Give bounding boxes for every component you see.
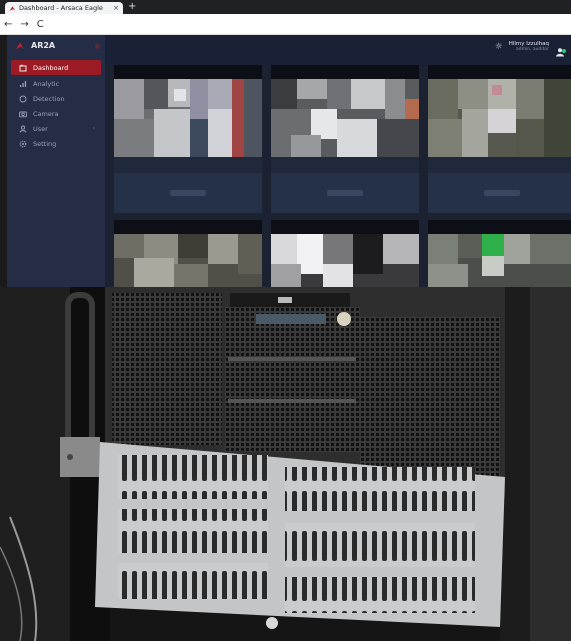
user-icon bbox=[19, 125, 27, 133]
camera-grid bbox=[105, 65, 571, 287]
camera-card[interactable] bbox=[114, 65, 262, 213]
circle-icon bbox=[19, 95, 27, 103]
camera-label-placeholder bbox=[170, 190, 206, 196]
bar-chart-icon bbox=[19, 80, 27, 88]
brand[interactable]: AR2A bbox=[15, 41, 100, 50]
favicon-icon bbox=[9, 5, 16, 11]
screen-frame: Dashboard - Arsaca Eagle × + ← → C AR2A … bbox=[0, 0, 571, 641]
server-rack-photo bbox=[0, 287, 571, 641]
camera-icon bbox=[19, 110, 27, 118]
sidebar-item-analytic[interactable]: Analytic bbox=[7, 76, 105, 91]
online-status-indicator bbox=[562, 48, 566, 53]
sidebar-item-user[interactable]: User › bbox=[7, 121, 105, 136]
camera-card[interactable] bbox=[114, 220, 262, 287]
user-menu[interactable]: ☼ Hilmy Izzulhaq admin, auditor bbox=[495, 41, 566, 56]
camera-feed-image bbox=[271, 234, 419, 287]
sidebar-item-label: Analytic bbox=[33, 79, 60, 88]
sidebar-item-camera[interactable]: Camera bbox=[7, 106, 105, 121]
camera-card[interactable] bbox=[271, 65, 419, 213]
sidebar-item-label: User bbox=[33, 124, 48, 133]
browser-nav-bar: ← → C bbox=[0, 14, 571, 35]
theme-toggle-icon[interactable]: ☼ bbox=[495, 42, 503, 52]
camera-feed-image bbox=[428, 234, 571, 287]
sidebar-item-dashboard[interactable]: Dashboard bbox=[11, 60, 101, 75]
sidebar-menu: Dashboard Analytic Detection Camera User bbox=[7, 60, 105, 151]
sidebar-item-label: Dashboard bbox=[33, 63, 69, 72]
brand-name: AR2A bbox=[31, 41, 56, 50]
sidebar-item-setting[interactable]: Setting bbox=[7, 136, 105, 151]
camera-feed[interactable] bbox=[271, 220, 419, 287]
avatar[interactable] bbox=[555, 42, 566, 56]
logo-icon bbox=[16, 42, 24, 49]
back-button[interactable]: ← bbox=[4, 19, 12, 30]
camera-feed-image bbox=[271, 79, 419, 157]
camera-card[interactable] bbox=[428, 65, 571, 213]
camera-label-placeholder bbox=[327, 190, 363, 196]
camera-label bbox=[114, 173, 262, 213]
top-bar: ☼ Hilmy Izzulhaq admin, auditor bbox=[105, 35, 571, 65]
dashboard-app: AR2A Dashboard Analytic Detection Camera… bbox=[7, 35, 571, 287]
server-rack-image bbox=[0, 287, 571, 641]
sidebar: AR2A Dashboard Analytic Detection Camera… bbox=[7, 35, 105, 287]
camera-feed[interactable] bbox=[271, 65, 419, 157]
camera-feed[interactable] bbox=[114, 220, 262, 287]
gear-icon bbox=[19, 140, 27, 148]
camera-feed[interactable] bbox=[428, 65, 571, 157]
camera-label bbox=[428, 173, 571, 213]
new-tab-button[interactable]: + bbox=[128, 1, 136, 13]
user-info: Hilmy Izzulhaq admin, auditor bbox=[509, 41, 549, 52]
browser-tab-bar: Dashboard - Arsaca Eagle × + bbox=[0, 0, 571, 14]
tab-title: Dashboard - Arsaca Eagle bbox=[19, 4, 103, 12]
camera-feed[interactable] bbox=[428, 220, 571, 287]
camera-card[interactable] bbox=[428, 220, 571, 287]
sidebar-item-label: Camera bbox=[33, 109, 59, 118]
camera-feed-image bbox=[114, 234, 262, 287]
camera-label-placeholder bbox=[484, 190, 520, 196]
camera-card[interactable] bbox=[271, 220, 419, 287]
folder-icon bbox=[19, 63, 27, 72]
reload-button[interactable]: C bbox=[37, 19, 44, 30]
sidebar-item-detection[interactable]: Detection bbox=[7, 91, 105, 106]
browser-tab[interactable]: Dashboard - Arsaca Eagle × bbox=[5, 2, 123, 14]
sidebar-item-label: Detection bbox=[33, 94, 65, 103]
camera-label bbox=[271, 173, 419, 213]
camera-feed[interactable] bbox=[114, 65, 262, 157]
user-role: admin, auditor bbox=[515, 47, 549, 52]
chevron-right-icon: › bbox=[92, 125, 95, 132]
camera-feed-image bbox=[428, 79, 571, 157]
sidebar-toggle-icon[interactable] bbox=[95, 44, 100, 49]
sidebar-item-label: Setting bbox=[33, 139, 57, 148]
camera-feed-image bbox=[114, 79, 262, 157]
close-tab-icon[interactable]: × bbox=[113, 4, 119, 12]
forward-button[interactable]: → bbox=[20, 19, 28, 30]
